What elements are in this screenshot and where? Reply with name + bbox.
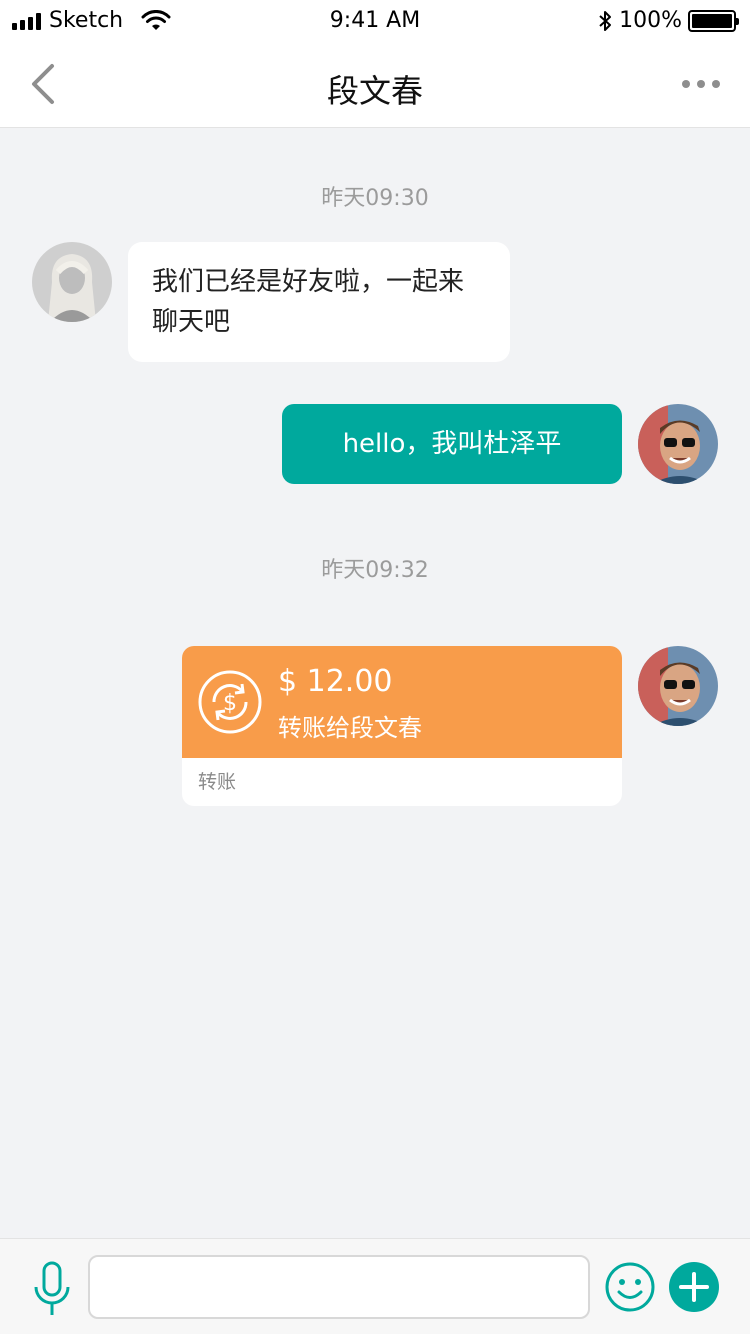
transfer-card[interactable]: $ $ 12.00 转账给段文春 转账 <box>182 646 622 806</box>
transfer-card-header: $ $ 12.00 转账给段文春 <box>182 646 622 758</box>
user-avatar[interactable] <box>638 646 718 726</box>
status-bar: Sketch 9:41 AM 100% <box>0 0 750 40</box>
page-title: 段文春 <box>326 72 423 110</box>
status-right: 100% <box>597 8 739 33</box>
transfer-amount: $ 12.00 <box>278 664 393 699</box>
user-avatar[interactable] <box>638 404 718 484</box>
message-input[interactable] <box>88 1255 590 1319</box>
input-bar <box>0 1238 750 1334</box>
nav-bar: 段文春 <box>0 40 750 128</box>
svg-text:$: $ <box>223 691 237 716</box>
transfer-footer: 转账 <box>198 771 237 793</box>
contact-avatar[interactable] <box>32 242 112 322</box>
chat-timestamp: 昨天09:32 <box>321 558 429 583</box>
smiley-icon[interactable] <box>604 1261 656 1313</box>
money-transfer-icon: $ <box>198 670 262 734</box>
battery-percentage: 100% <box>619 8 682 33</box>
battery-icon <box>688 9 739 32</box>
plus-icon[interactable] <box>668 1261 720 1313</box>
bluetooth-icon <box>599 10 612 31</box>
incoming-message-bubble[interactable]: 我们已经是好友啦，一起来聊天吧 <box>128 242 510 362</box>
more-dots-icon[interactable] <box>682 80 720 88</box>
outgoing-message-bubble[interactable]: hello，我叫杜泽平 <box>282 404 622 484</box>
incoming-message-text: 我们已经是好友啦，一起来聊天吧 <box>152 267 465 337</box>
microphone-icon[interactable] <box>30 1261 74 1317</box>
outgoing-message-text: hello，我叫杜泽平 <box>342 429 562 459</box>
chat-timestamp: 昨天09:30 <box>321 186 429 211</box>
transfer-description: 转账给段文春 <box>278 714 422 742</box>
